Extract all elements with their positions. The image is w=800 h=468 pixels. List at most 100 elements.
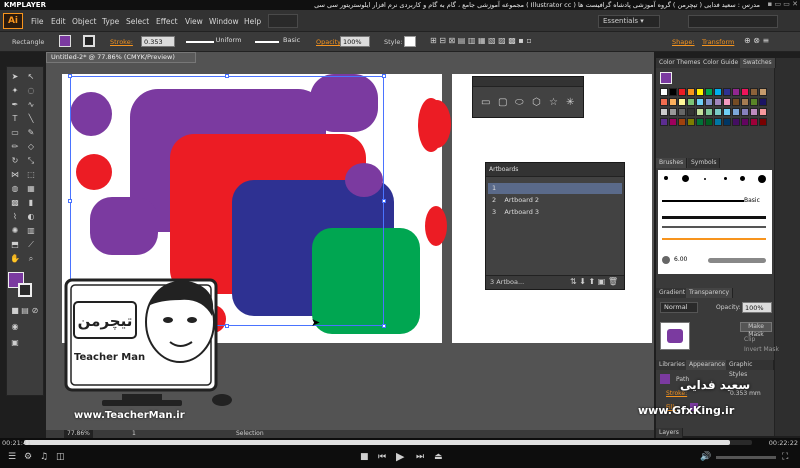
settings-icon[interactable]: ⚙ bbox=[24, 452, 32, 462]
color-swatch[interactable] bbox=[669, 118, 677, 126]
next-icon[interactable]: ⏭ bbox=[416, 452, 424, 462]
color-swatch[interactable] bbox=[732, 88, 740, 96]
align-icons[interactable]: ⊞ ⊟ ⊠ ▤ ▥ ▦ ▧ ▨ ▩ ▪ ▫ bbox=[430, 36, 532, 45]
color-swatch[interactable] bbox=[723, 108, 731, 116]
polygon-shape-icon[interactable]: ⬡ bbox=[532, 97, 541, 108]
menu-file[interactable]: File bbox=[31, 17, 44, 26]
flare-shape-icon[interactable]: ✳ bbox=[566, 97, 574, 108]
volume-slider[interactable] bbox=[716, 456, 776, 459]
artboard-tool-icon[interactable]: ⬒ bbox=[10, 240, 20, 250]
color-mode-icon[interactable]: ■ bbox=[10, 306, 20, 316]
ellipse-shape-icon[interactable]: ⬭ bbox=[515, 97, 524, 108]
tab-color-themes[interactable]: Color Themes bbox=[656, 58, 705, 68]
window-buttons[interactable]: ▪ ▭ ▭ ✕ bbox=[767, 0, 798, 8]
selection-handle-ml[interactable] bbox=[68, 199, 72, 203]
color-swatch[interactable] bbox=[660, 88, 668, 96]
blend-mode-dropdown[interactable]: Normal bbox=[660, 302, 698, 313]
color-swatch[interactable] bbox=[723, 118, 731, 126]
gradient-mode-icon[interactable]: ▤ bbox=[20, 306, 30, 316]
selection-tool-icon[interactable]: ➤ bbox=[10, 72, 20, 82]
width-tool-icon[interactable]: ⋈ bbox=[10, 170, 20, 180]
selection-handle-tm[interactable] bbox=[225, 74, 229, 78]
mesh-tool-icon[interactable]: ▩ bbox=[10, 198, 20, 208]
artboard-row[interactable]: 2 Artboard 2 bbox=[488, 195, 622, 206]
stroke-profile-dropdown[interactable]: Uniform bbox=[208, 36, 246, 47]
color-swatch[interactable] bbox=[705, 118, 713, 126]
curvature-tool-icon[interactable]: ∿ bbox=[26, 100, 36, 110]
color-swatch[interactable] bbox=[750, 88, 758, 96]
symbol-sprayer-tool-icon[interactable]: ✺ bbox=[10, 226, 20, 236]
column-graph-tool-icon[interactable]: ▥ bbox=[26, 226, 36, 236]
hand-tool-icon[interactable]: ✋ bbox=[10, 254, 20, 264]
workspace-switcher[interactable]: Essentials ▾ bbox=[598, 15, 660, 28]
selection-handle-br[interactable] bbox=[382, 324, 386, 328]
color-swatch[interactable] bbox=[732, 98, 740, 106]
opacity-label[interactable]: Opacity: bbox=[316, 38, 343, 46]
red-ellipse-right-lower[interactable] bbox=[425, 206, 447, 246]
color-swatch[interactable] bbox=[696, 98, 704, 106]
color-swatch[interactable] bbox=[705, 88, 713, 96]
selection-handle-tr[interactable] bbox=[382, 74, 386, 78]
slice-tool-icon[interactable]: ⟋ bbox=[26, 240, 36, 250]
tab-brushes[interactable]: Brushes bbox=[656, 158, 688, 168]
stop-icon[interactable]: ■ bbox=[360, 452, 369, 462]
tab-gradient[interactable]: Gradient bbox=[656, 288, 690, 298]
audio-icon[interactable]: ♫ bbox=[40, 452, 48, 462]
color-swatch[interactable] bbox=[678, 108, 686, 116]
zoom-level[interactable]: 77.86% bbox=[64, 430, 93, 438]
pencil-tool-icon[interactable]: ✏ bbox=[10, 142, 20, 152]
menu-effect[interactable]: Effect bbox=[156, 17, 178, 26]
play-icon[interactable]: ▶ bbox=[396, 450, 404, 463]
make-mask-button[interactable]: Make Mask bbox=[740, 322, 772, 338]
menu-icon[interactable]: ☰ bbox=[8, 452, 16, 462]
perspective-grid-tool-icon[interactable]: ▦ bbox=[26, 184, 36, 194]
active-fill-swatch[interactable] bbox=[660, 72, 672, 84]
color-swatch[interactable] bbox=[669, 88, 677, 96]
color-swatch[interactable] bbox=[687, 88, 695, 96]
menu-select[interactable]: Select bbox=[126, 17, 149, 26]
pen-tool-icon[interactable]: ✒ bbox=[10, 100, 20, 110]
color-swatch[interactable] bbox=[660, 118, 668, 126]
gradient-tool-icon[interactable]: ▮ bbox=[26, 198, 36, 208]
stroke-weight-input[interactable]: 0.353 mm bbox=[141, 36, 175, 57]
color-swatch[interactable] bbox=[678, 118, 686, 126]
tab-symbols[interactable]: Symbols bbox=[688, 158, 721, 168]
color-swatch[interactable] bbox=[660, 98, 668, 106]
paintbrush-tool-icon[interactable]: ✎ bbox=[26, 128, 36, 138]
color-swatch[interactable] bbox=[750, 108, 758, 116]
draw-mode-icon[interactable]: ◉ bbox=[10, 322, 20, 332]
rectangle-tool-icon[interactable]: ▭ bbox=[10, 128, 20, 138]
brush-list[interactable]: Basic 6.00 bbox=[658, 170, 772, 274]
color-swatch[interactable] bbox=[759, 108, 767, 116]
eyedropper-tool-icon[interactable]: ⌇ bbox=[10, 212, 20, 222]
scale-tool-icon[interactable]: ⤡ bbox=[26, 156, 36, 166]
document-tab[interactable]: Untitled-2* @ 77.86% (CMYK/Preview) bbox=[46, 52, 196, 63]
menu-type[interactable]: Type bbox=[102, 17, 119, 26]
line-tool-icon[interactable]: ╲ bbox=[26, 114, 36, 124]
color-swatch[interactable] bbox=[705, 108, 713, 116]
color-swatch[interactable] bbox=[759, 118, 767, 126]
color-swatch[interactable] bbox=[678, 88, 686, 96]
tab-graphic-styles[interactable]: Graphic Styles bbox=[726, 360, 774, 378]
tab-appearance[interactable]: Appearance bbox=[686, 360, 730, 370]
rotate-tool-icon[interactable]: ↻ bbox=[10, 156, 20, 166]
color-swatch[interactable] bbox=[759, 98, 767, 106]
transform-icons[interactable]: ⊕ ⊗ ≡ bbox=[744, 36, 769, 45]
fullscreen-icon[interactable]: ⛶ bbox=[782, 452, 788, 462]
menu-window[interactable]: Window bbox=[209, 17, 239, 26]
tab-layers[interactable]: Layers bbox=[656, 428, 683, 438]
color-swatch[interactable] bbox=[660, 108, 668, 116]
color-swatch[interactable] bbox=[714, 108, 722, 116]
color-swatch[interactable] bbox=[741, 88, 749, 96]
brush-dropdown[interactable]: Basic bbox=[280, 36, 310, 47]
selection-handle-mr[interactable] bbox=[382, 199, 386, 203]
stroke-color-swatch[interactable] bbox=[83, 35, 95, 47]
red-ellipse-right[interactable] bbox=[418, 98, 444, 152]
color-swatch[interactable] bbox=[732, 108, 740, 116]
tab-libraries[interactable]: Libraries bbox=[656, 360, 689, 370]
bridge-button[interactable] bbox=[268, 14, 298, 28]
color-swatch[interactable] bbox=[723, 88, 731, 96]
artboards-panel-header[interactable]: Artboards bbox=[486, 163, 624, 177]
shape-builder-tool-icon[interactable]: ◍ bbox=[10, 184, 20, 194]
color-swatch[interactable] bbox=[669, 98, 677, 106]
